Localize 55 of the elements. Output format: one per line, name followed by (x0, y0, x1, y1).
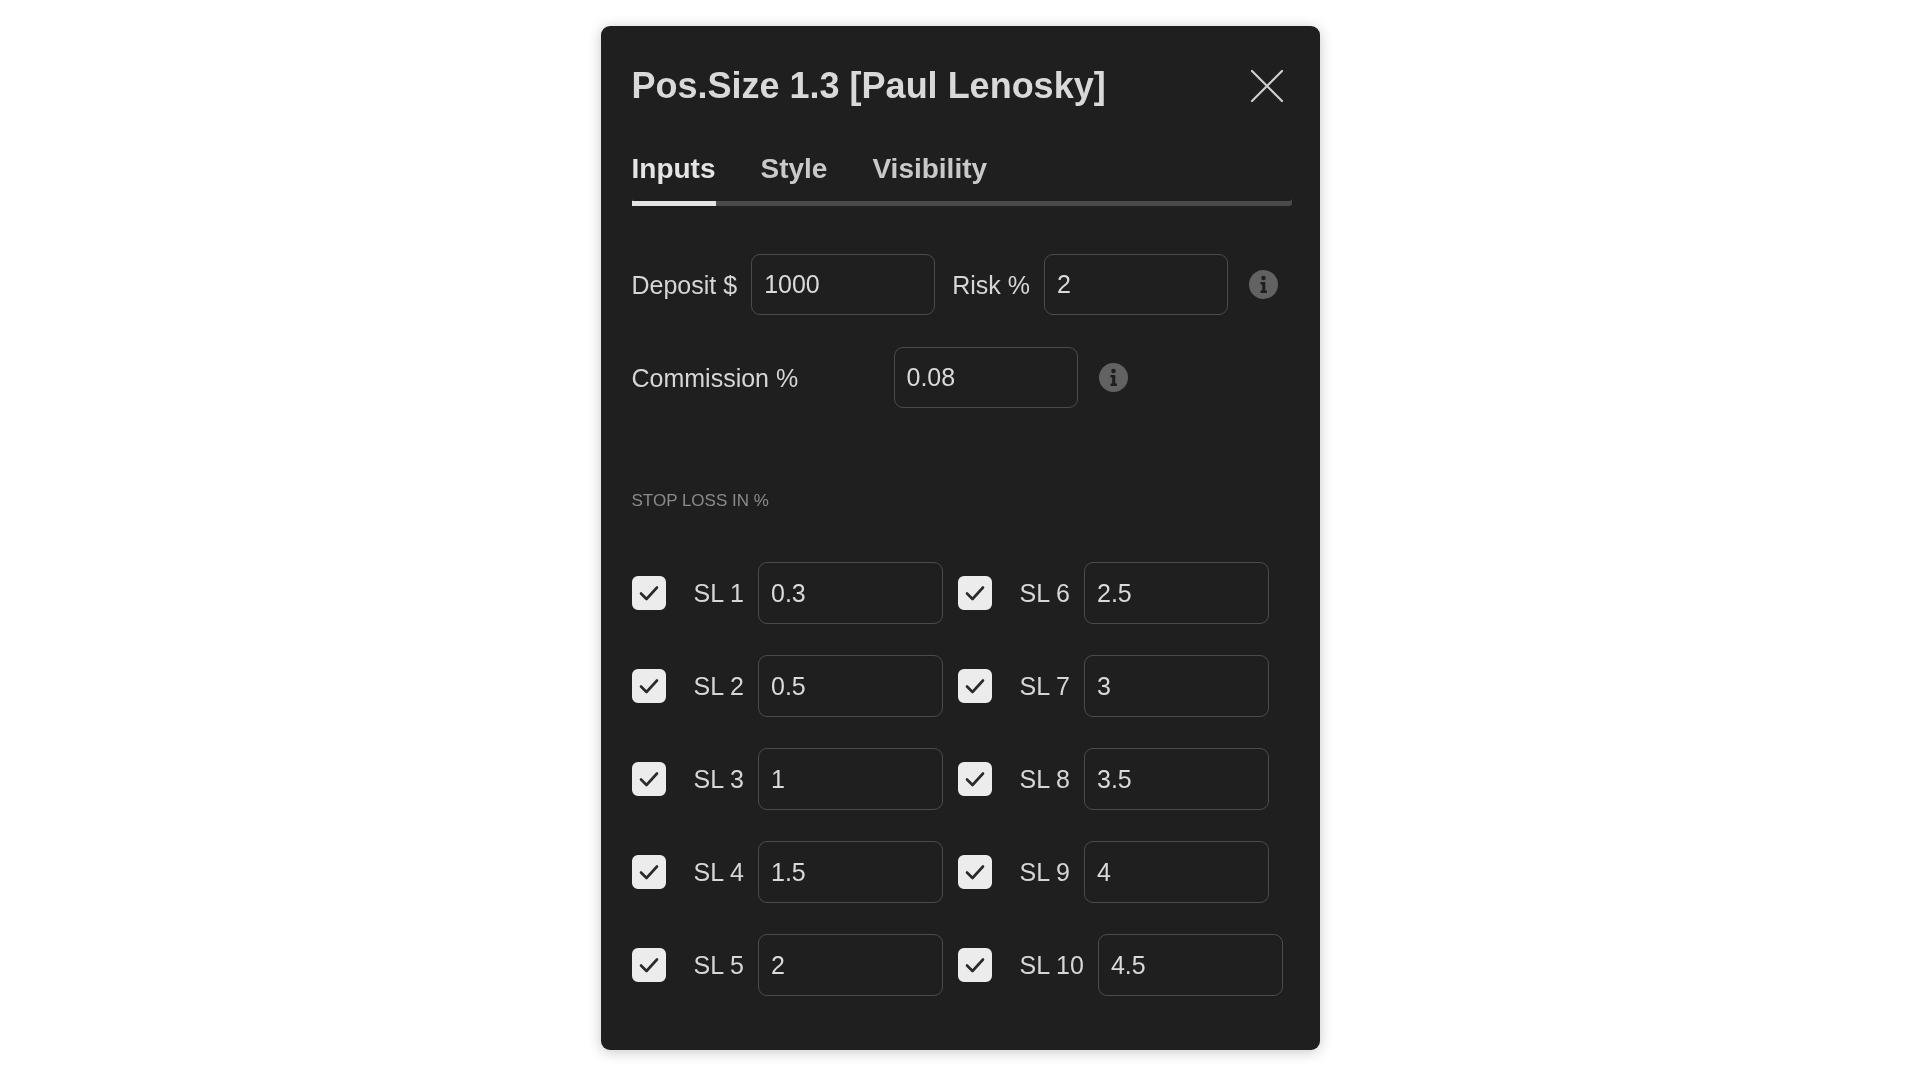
checkbox[interactable] (631, 855, 666, 889)
checkbox[interactable] (631, 669, 666, 703)
check-icon (964, 676, 985, 696)
input-field[interactable]: 4.5 (1097, 934, 1283, 996)
checkbox[interactable] (957, 576, 992, 610)
check-icon (638, 583, 659, 603)
input-field[interactable]: 2 (1043, 254, 1228, 315)
checkbox[interactable] (631, 576, 666, 610)
section-heading: STOP LOSS IN % (631, 491, 770, 511)
input-field[interactable]: 1.5 (758, 841, 943, 903)
checkbox[interactable] (957, 762, 992, 796)
field-label: SL 10 (1019, 950, 1084, 980)
info-icon[interactable] (1248, 270, 1278, 299)
close-icon (1249, 68, 1284, 103)
tab[interactable]: Visibility (872, 152, 988, 206)
field-label: SL 1 (693, 578, 744, 608)
checkbox[interactable] (957, 669, 992, 703)
close-button[interactable] (1249, 68, 1284, 103)
field-label: SL 7 (1019, 671, 1070, 701)
field-label: SL 6 (1019, 578, 1070, 608)
input-field[interactable]: 0.3 (758, 562, 943, 624)
input-field[interactable]: 1 (758, 748, 943, 810)
input-field[interactable]: 0.08 (893, 347, 1078, 408)
tab[interactable]: Inputs (631, 152, 716, 206)
input-field[interactable]: 2.5 (1084, 562, 1269, 624)
check-icon (964, 862, 985, 882)
checkbox[interactable] (631, 762, 666, 796)
field-label: Deposit $ (631, 269, 738, 300)
input-field[interactable]: 3.5 (1084, 748, 1269, 810)
check-icon (638, 676, 659, 696)
check-icon (638, 862, 659, 882)
checkbox[interactable] (957, 855, 992, 889)
info-icon[interactable] (1098, 363, 1128, 392)
input-field[interactable]: 2 (758, 934, 943, 996)
field-label: Risk % (952, 269, 1030, 300)
input-field[interactable]: 1000 (751, 254, 936, 315)
field-label: SL 5 (693, 950, 744, 980)
checkbox[interactable] (631, 948, 666, 982)
field-label: SL 3 (693, 764, 744, 794)
dialog-title: Pos.Size 1.3 [Paul Lenosky] (631, 64, 1106, 107)
input-field[interactable]: 0.5 (758, 655, 943, 717)
field-label: SL 8 (1019, 764, 1070, 794)
check-icon (964, 583, 985, 603)
input-field[interactable]: 4 (1084, 841, 1269, 903)
check-icon (638, 769, 659, 789)
field-label: Commission % (631, 362, 800, 393)
field-label: SL 9 (1019, 857, 1070, 887)
check-icon (638, 955, 659, 975)
check-icon (964, 955, 985, 975)
check-icon (964, 769, 985, 789)
tab[interactable]: Style (760, 152, 828, 206)
field-label: SL 2 (693, 671, 744, 701)
input-field[interactable]: 3 (1084, 655, 1269, 717)
field-label: SL 4 (693, 857, 744, 887)
checkbox[interactable] (957, 948, 992, 982)
